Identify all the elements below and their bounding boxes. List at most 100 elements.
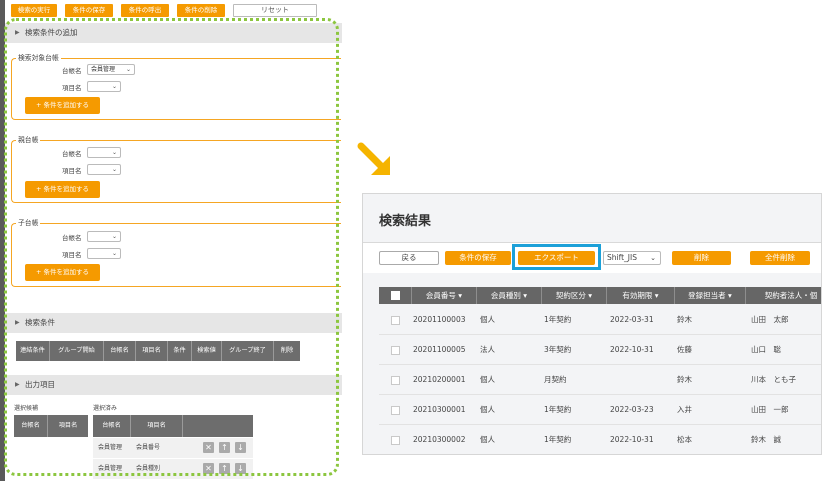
chevron-down-icon: ⌄ [111,250,117,257]
row-checkbox[interactable] [391,376,400,385]
back-button[interactable]: 戻る [379,251,439,265]
col-staff[interactable]: 登録担当者 ▾ [675,287,746,304]
save-condition-button[interactable]: 条件の保存 [65,4,113,17]
chevron-down-icon: ⌄ [111,166,117,173]
search-condition-section-header[interactable]: ▶ 検索条件 [5,313,342,333]
arrow-up-icon[interactable]: ↑ [219,463,230,474]
arrow-down-icon[interactable]: ↓ [235,463,246,474]
delete-condition-button[interactable]: 条件の削除 [177,4,225,17]
cell-expiry: 2022-10-31 [610,435,654,444]
cell-contract-type: 1年契約 [544,315,572,324]
results-table-header: 会員番号 ▾ 会員種別 ▾ 契約区分 ▾ 有効期限 ▾ 登録担当者 ▾ 契約者法… [379,287,821,304]
row-checkbox[interactable] [391,316,400,325]
delete-all-button[interactable]: 全件削除 [750,251,810,265]
output-items-section-header[interactable]: ▶ 出力項目 [5,375,342,395]
export-highlight-frame [512,244,601,270]
col-group-end: グループ終了 [222,341,274,361]
run-search-button[interactable]: 検索の実行 [11,4,57,17]
load-condition-button[interactable]: 条件の呼出 [121,4,169,17]
delete-button[interactable]: 削除 [672,251,731,265]
row-checkbox[interactable] [391,436,400,445]
cell-member-no: 20210300002 [413,435,466,444]
cell-contract-type: 3年契約 [544,345,572,354]
cell-member-no: 20210300001 [413,405,466,414]
col-item: 項目名 [136,341,168,361]
section-title: 出力項目 [25,380,55,389]
cell-member-type: 個人 [480,375,495,384]
table-row[interactable]: 20210200001 個人 月契約 鈴木 川本 とも子 [379,365,821,395]
add-condition-button[interactable]: + 条件を追加する [25,181,100,198]
pointer-arrow-icon [357,142,390,175]
cell-expiry: 2022-03-23 [610,405,654,414]
row-item: 会員番号 [136,444,161,451]
item-label: 項目名 [62,167,82,175]
caret-right-icon: ▶ [15,319,20,326]
table-row[interactable]: 20210300002 個人 1年契約 2022-10-31 松本 鈴木 誠 [379,425,821,454]
reset-button[interactable]: リセット [233,4,317,17]
selected-label: 選択済み [93,405,118,412]
cell-member-type: 個人 [480,315,495,324]
cell-contractor: 山田 一郎 [751,405,789,414]
caret-right-icon: ▶ [15,381,20,388]
sidebar-edge [0,0,5,481]
table-row[interactable]: 20210300001 個人 1年契約 2022-03-23 入井 山田 一郎 [379,395,821,425]
row-item: 会員種別 [136,465,161,472]
col-ledger: 台帳名 [14,415,48,437]
add-condition-section-header[interactable]: ▶ 検索条件の追加 [5,23,342,43]
search-results-panel: 検索結果 戻る 条件の保存 エクスポート Shift_JIS ⌄ 削除 全件削除… [362,193,822,455]
col-member-no[interactable]: 会員番号 ▾ [412,287,477,304]
cell-member-type: 法人 [480,345,495,354]
encoding-select[interactable]: Shift_JIS ⌄ [603,251,661,265]
caret-right-icon: ▶ [15,29,20,36]
col-item: 項目名 [58,422,78,429]
ledger-select[interactable]: 会員管理 ⌄ [87,64,135,75]
col-item: 項目名 [131,415,183,437]
ledger-label: 台帳名 [62,150,82,158]
col-member-type[interactable]: 会員種別 ▾ [477,287,542,304]
col-search-value: 検索値 [192,341,222,361]
item-select[interactable]: ⌄ [87,248,121,259]
chevron-down-icon: ⌄ [650,254,656,262]
save-condition-button[interactable]: 条件の保存 [445,251,511,265]
selected-row[interactable]: 会員管理 会員種別 ✕ ↑ ↓ [93,459,253,479]
cell-contractor: 山口 聡 [751,345,781,354]
cell-member-no: 20201100005 [413,345,466,354]
cell-member-no: 20201100003 [413,315,466,324]
ledger-select[interactable]: ⌄ [87,147,121,158]
table-row[interactable]: 20201100003 個人 1年契約 2022-03-31 鈴木 山田 太郎 [379,305,821,335]
row-checkbox[interactable] [391,346,400,355]
ledger-select-value: 会員管理 [91,66,116,73]
section-title: 検索条件 [25,318,55,327]
cell-staff: 入井 [677,405,692,414]
ledger-label: 台帳名 [62,67,82,75]
group-title: 親台帳 [16,134,41,144]
item-select[interactable]: ⌄ [87,81,121,92]
chevron-down-icon: ⌄ [111,233,117,240]
col-contractor[interactable]: 契約者法人・個 [746,287,821,304]
table-row[interactable]: 20201100005 法人 3年契約 2022-10-31 佐藤 山口 聡 [379,335,821,365]
item-label: 項目名 [62,84,82,92]
cell-contract-type: 月契約 [544,375,567,384]
chevron-down-icon: ⌄ [125,66,131,73]
add-condition-button[interactable]: + 条件を追加する [25,97,100,114]
item-select[interactable]: ⌄ [87,164,121,175]
row-checkbox[interactable] [391,406,400,415]
col-contract-type[interactable]: 契約区分 ▾ [542,287,607,304]
arrow-down-icon[interactable]: ↓ [235,442,246,453]
ledger-label: 台帳名 [62,234,82,242]
col-checkbox [379,287,412,304]
candidates-label: 選択候補 [14,405,39,412]
close-icon[interactable]: ✕ [203,442,214,453]
page-title: 検索結果 [379,214,432,229]
col-expiry[interactable]: 有効期限 ▾ [607,287,675,304]
col-ledger: 台帳名 [104,341,136,361]
col-delete: 削除 [280,347,294,354]
row-ledger: 会員管理 [98,465,123,472]
close-icon[interactable]: ✕ [203,463,214,474]
selected-row[interactable]: 会員管理 会員番号 ✕ ↑ ↓ [93,438,253,458]
ledger-select[interactable]: ⌄ [87,231,121,242]
cell-contractor: 鈴木 誠 [751,435,781,444]
col-group-start: グループ開始 [50,341,104,361]
arrow-up-icon[interactable]: ↑ [219,442,230,453]
add-condition-button[interactable]: + 条件を追加する [25,264,100,281]
